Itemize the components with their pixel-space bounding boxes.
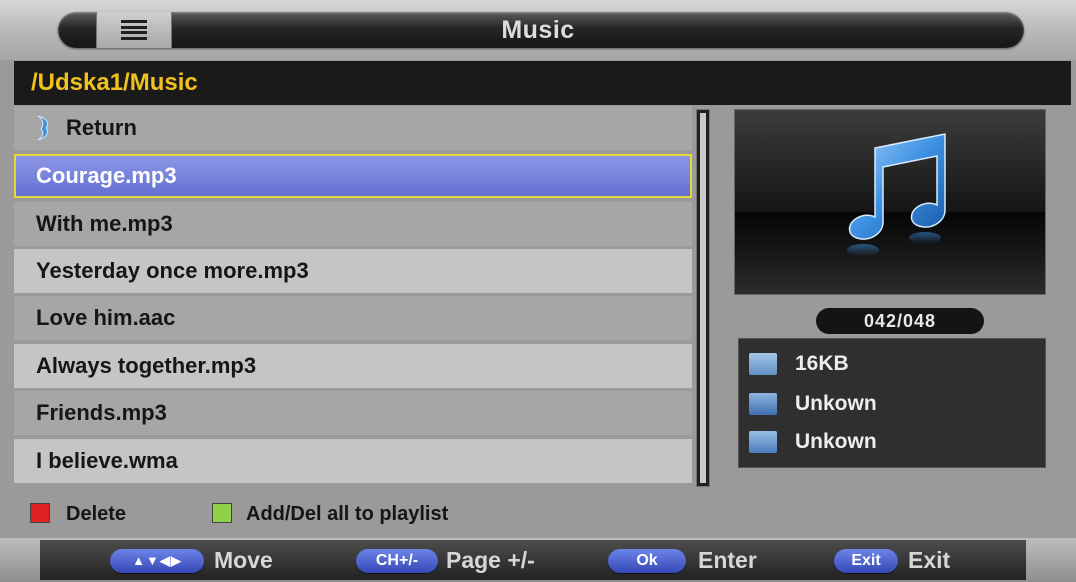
- album-disc-icon: [749, 431, 777, 453]
- list-item[interactable]: Friends.mp3: [14, 391, 692, 435]
- list-item-label: Friends.mp3: [36, 400, 167, 425]
- list-item-label: I believe.wma: [36, 448, 178, 473]
- exit-label: Exit: [908, 547, 951, 573]
- file-info-panel: 16KB Unkown Unkown: [738, 338, 1046, 468]
- list-item[interactable]: I believe.wma: [14, 439, 692, 483]
- page-title: Music: [501, 16, 575, 44]
- move-label: Move: [214, 547, 273, 573]
- list-item[interactable]: With me.mp3: [14, 202, 692, 246]
- list-item[interactable]: Always together.mp3: [14, 344, 692, 388]
- color-key-hints: Delete Add/Del all to playlist: [14, 492, 1071, 536]
- breadcrumb-path: /Udska1/Music: [14, 61, 1071, 105]
- green-key-icon: [212, 503, 232, 523]
- artist-value: Unkown: [795, 392, 877, 415]
- playlist-hint: Add/Del all to playlist: [246, 503, 449, 525]
- page-label: Page +/-: [446, 547, 535, 573]
- album-value: Unkown: [795, 430, 877, 453]
- list-item-label: With me.mp3: [36, 211, 173, 236]
- red-key-icon: [30, 503, 50, 523]
- music-note-icon: [847, 133, 946, 256]
- list-item-label: Love him.aac: [36, 305, 176, 330]
- list-item-label: Courage.mp3: [36, 163, 177, 188]
- list-item[interactable]: Yesterday once more.mp3: [14, 249, 692, 293]
- scrollbar[interactable]: [696, 109, 710, 487]
- list-item-label: Always together.mp3: [36, 353, 257, 378]
- list-item-label: Yesterday once more.mp3: [36, 258, 309, 283]
- ok-key-badge[interactable]: Ok: [608, 549, 686, 573]
- return-label: Return: [66, 115, 137, 140]
- track-counter: 042/048: [816, 308, 984, 334]
- delete-hint: Delete: [66, 503, 127, 525]
- move-key-badge[interactable]: ▲▼◀▶: [110, 549, 204, 573]
- page-key-badge[interactable]: CH+/-: [356, 549, 438, 573]
- file-size-icon: [749, 353, 777, 375]
- file-size-value: 16KB: [795, 352, 849, 375]
- file-list: Return Courage.mp3 With me.mp3 Yesterday…: [14, 106, 692, 486]
- list-item[interactable]: Love him.aac: [14, 296, 692, 340]
- album-art-preview: [734, 109, 1046, 295]
- return-item[interactable]: Return: [14, 106, 692, 150]
- list-item[interactable]: Courage.mp3: [14, 154, 692, 198]
- scrollbar-thumb[interactable]: [700, 113, 706, 483]
- artist-icon: [749, 393, 777, 415]
- return-note-icon: [37, 115, 49, 141]
- enter-label: Enter: [698, 547, 757, 573]
- exit-key-badge[interactable]: Exit: [834, 549, 898, 573]
